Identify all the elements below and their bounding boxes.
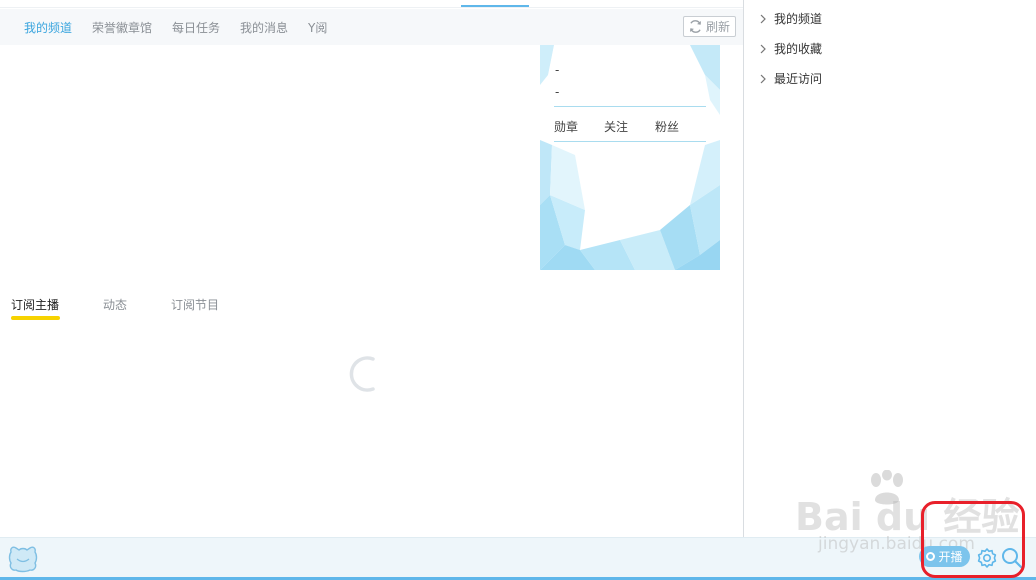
tab-my-messages[interactable]: 我的消息 (240, 19, 288, 36)
chevron-right-icon (760, 14, 766, 23)
profile-line-1: - (555, 63, 560, 77)
refresh-icon (689, 20, 702, 33)
active-tab-underline (11, 316, 60, 320)
tab-subscribed-programs[interactable]: 订阅节目 (171, 296, 219, 313)
tree-item-my-channel[interactable]: 我的频道 (758, 10, 822, 27)
tab-honor-badges[interactable]: 荣誉徽章馆 (92, 19, 152, 36)
tree-item-label: 最近访问 (774, 72, 823, 86)
yy-logo-icon[interactable] (7, 543, 39, 573)
tab-daily-tasks[interactable]: 每日任务 (172, 19, 220, 36)
app-window: 我的频道 荣誉徽章馆 每日任务 我的消息 Y阅 刷新 - - 勋章 关注 粉丝 … (0, 0, 1036, 580)
profile-line-2: - (555, 85, 560, 99)
tree-item-label: 我的频道 (774, 12, 823, 26)
tab-activity[interactable]: 动态 (103, 296, 127, 313)
right-panel: 我的频道 我的收藏 最近访问 (743, 0, 1036, 537)
channel-nav: 我的频道 荣誉徽章馆 每日任务 我的消息 Y阅 刷新 (0, 9, 743, 45)
stat-badges[interactable]: 勋章 (554, 118, 578, 135)
tree-item-label: 我的收藏 (774, 42, 823, 56)
main-panel: 我的频道 荣誉徽章馆 每日任务 我的消息 Y阅 刷新 - - 勋章 关注 粉丝 … (0, 0, 743, 537)
card-divider-top (554, 106, 706, 107)
red-highlight-annotation (921, 501, 1025, 578)
polygon-background (540, 45, 720, 270)
top-tab-indicator (461, 5, 529, 7)
tree-item-my-favorites[interactable]: 我的收藏 (758, 40, 822, 57)
tab-my-channel[interactable]: 我的频道 (24, 19, 72, 36)
chevron-right-icon (760, 44, 766, 53)
refresh-button[interactable]: 刷新 (683, 16, 736, 37)
top-strip (0, 0, 743, 8)
tree-item-recent-visits[interactable]: 最近访问 (758, 70, 822, 87)
stat-fans[interactable]: 粉丝 (655, 118, 679, 135)
tab-y-read[interactable]: Y阅 (308, 19, 327, 36)
stat-following[interactable]: 关注 (604, 118, 628, 135)
profile-card: - - 勋章 关注 粉丝 (540, 45, 720, 270)
loading-spinner-icon (349, 356, 375, 392)
chevron-right-icon (760, 74, 766, 83)
refresh-label: 刷新 (706, 20, 731, 34)
card-divider-bottom (554, 141, 706, 142)
tab-subscribed-anchors[interactable]: 订阅主播 (11, 296, 59, 313)
